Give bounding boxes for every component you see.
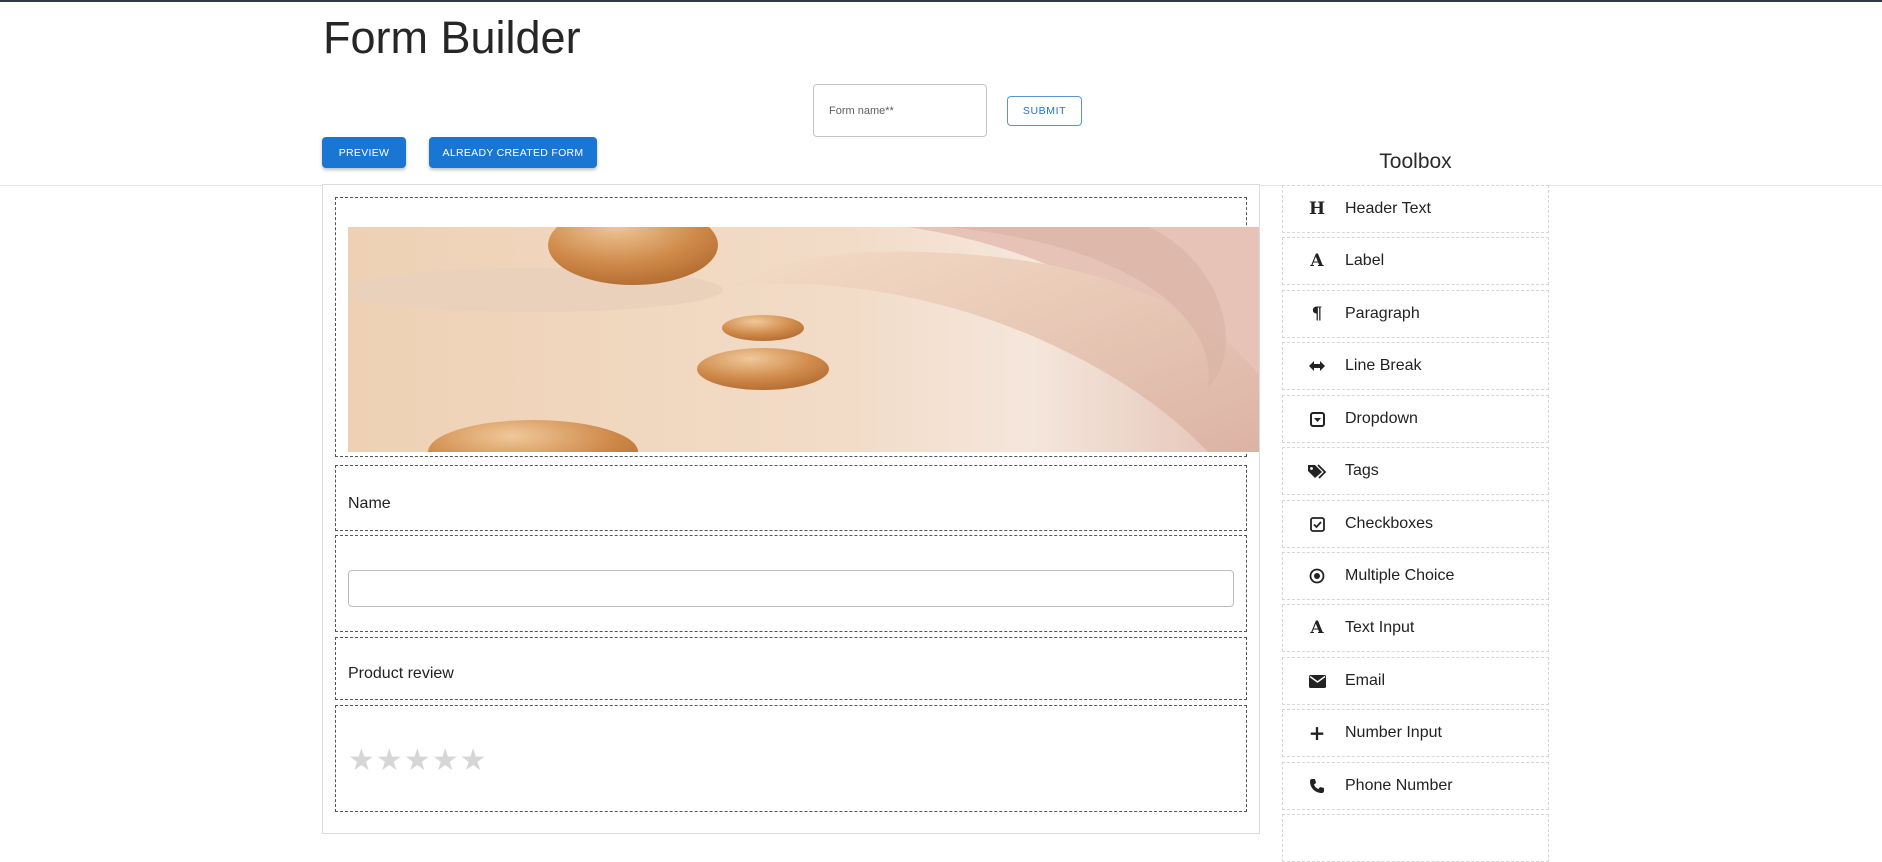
page-title: Form Builder bbox=[323, 12, 581, 63]
toolbox-item-email[interactable]: Email bbox=[1282, 657, 1549, 705]
toolbox-item-checkboxes[interactable]: Checkboxes bbox=[1282, 500, 1549, 548]
toolbox-item-label: Text Input bbox=[1345, 619, 1415, 636]
toolbox-item-header-text[interactable]: H Header Text bbox=[1282, 185, 1549, 233]
toolbox-item-label: Label bbox=[1345, 252, 1385, 269]
preview-button[interactable]: PREVIEW bbox=[322, 137, 406, 168]
header-icon: H bbox=[1308, 199, 1326, 219]
star-rating[interactable]: ★ ★ ★ ★ ★ bbox=[348, 746, 487, 776]
toolbox-item-label: Number Input bbox=[1345, 724, 1442, 741]
product-review-label-element[interactable]: Product review bbox=[335, 637, 1247, 700]
toolbox-item-more[interactable] bbox=[1282, 814, 1549, 862]
toolbox-item-tags[interactable]: Tags bbox=[1282, 447, 1549, 495]
toolbox-item-number-input[interactable]: + Number Input bbox=[1282, 709, 1549, 757]
form-name-field[interactable] bbox=[813, 84, 987, 137]
checkbox-icon bbox=[1305, 516, 1329, 532]
toolbox-item-label: Paragraph bbox=[1345, 305, 1420, 322]
toolbox-item-label[interactable]: A Label bbox=[1282, 237, 1549, 285]
star-icon[interactable]: ★ bbox=[432, 746, 459, 776]
already-created-form-button[interactable]: ALREADY CREATED FORM bbox=[429, 137, 597, 168]
toolbox-item-multiple-choice[interactable]: Multiple Choice bbox=[1282, 552, 1549, 600]
star-icon[interactable]: ★ bbox=[376, 746, 403, 776]
toolbox-item-label: Header Text bbox=[1345, 200, 1431, 217]
font-icon: A bbox=[1310, 618, 1324, 638]
toolbox-item-phone-number[interactable]: Phone Number bbox=[1282, 762, 1549, 810]
toolbox-item-label: Line Break bbox=[1345, 357, 1422, 374]
toolbox-item-label: Dropdown bbox=[1345, 410, 1418, 427]
dropdown-icon bbox=[1305, 411, 1329, 427]
paragraph-icon: ¶ bbox=[1311, 304, 1323, 324]
star-icon[interactable]: ★ bbox=[348, 746, 375, 776]
toolbox-item-paragraph[interactable]: ¶ Paragraph bbox=[1282, 290, 1549, 338]
form-name-input[interactable] bbox=[814, 85, 986, 136]
envelope-icon bbox=[1305, 674, 1329, 688]
toolbox-item-text-input[interactable]: A Text Input bbox=[1282, 604, 1549, 652]
top-border bbox=[0, 0, 1882, 2]
phone-icon bbox=[1305, 778, 1329, 794]
toolbox-item-label: Checkboxes bbox=[1345, 515, 1434, 532]
star-icon[interactable]: ★ bbox=[460, 746, 487, 776]
submit-button[interactable]: SUBMIT bbox=[1007, 96, 1082, 126]
star-icon[interactable]: ★ bbox=[404, 746, 431, 776]
rating-element[interactable]: ★ ★ ★ ★ ★ bbox=[335, 705, 1247, 812]
form-canvas: Name Product review ★ ★ ★ ★ ★ bbox=[322, 184, 1260, 834]
name-text-input[interactable] bbox=[348, 570, 1234, 607]
toolbox-item-label: Multiple Choice bbox=[1345, 567, 1455, 584]
text-input-element[interactable] bbox=[335, 535, 1247, 632]
toolbox-item-label: Email bbox=[1345, 672, 1386, 689]
font-icon: A bbox=[1310, 251, 1324, 271]
radio-icon bbox=[1305, 568, 1329, 584]
toolbox-title: Toolbox bbox=[1379, 150, 1452, 173]
toolbox-item-label: Phone Number bbox=[1345, 777, 1453, 794]
arrows-horizontal-icon bbox=[1305, 360, 1329, 372]
toolbox-item-dropdown[interactable]: Dropdown bbox=[1282, 395, 1549, 443]
name-label-element[interactable]: Name bbox=[335, 465, 1247, 531]
plus-icon: + bbox=[1308, 721, 1326, 745]
product-review-label: Product review bbox=[348, 665, 454, 682]
tags-icon bbox=[1305, 463, 1329, 479]
toolbox-item-line-break[interactable]: Line Break bbox=[1282, 342, 1549, 390]
name-label: Name bbox=[348, 495, 391, 512]
toolbox-item-label: Tags bbox=[1345, 462, 1379, 479]
hero-image bbox=[343, 205, 1259, 484]
